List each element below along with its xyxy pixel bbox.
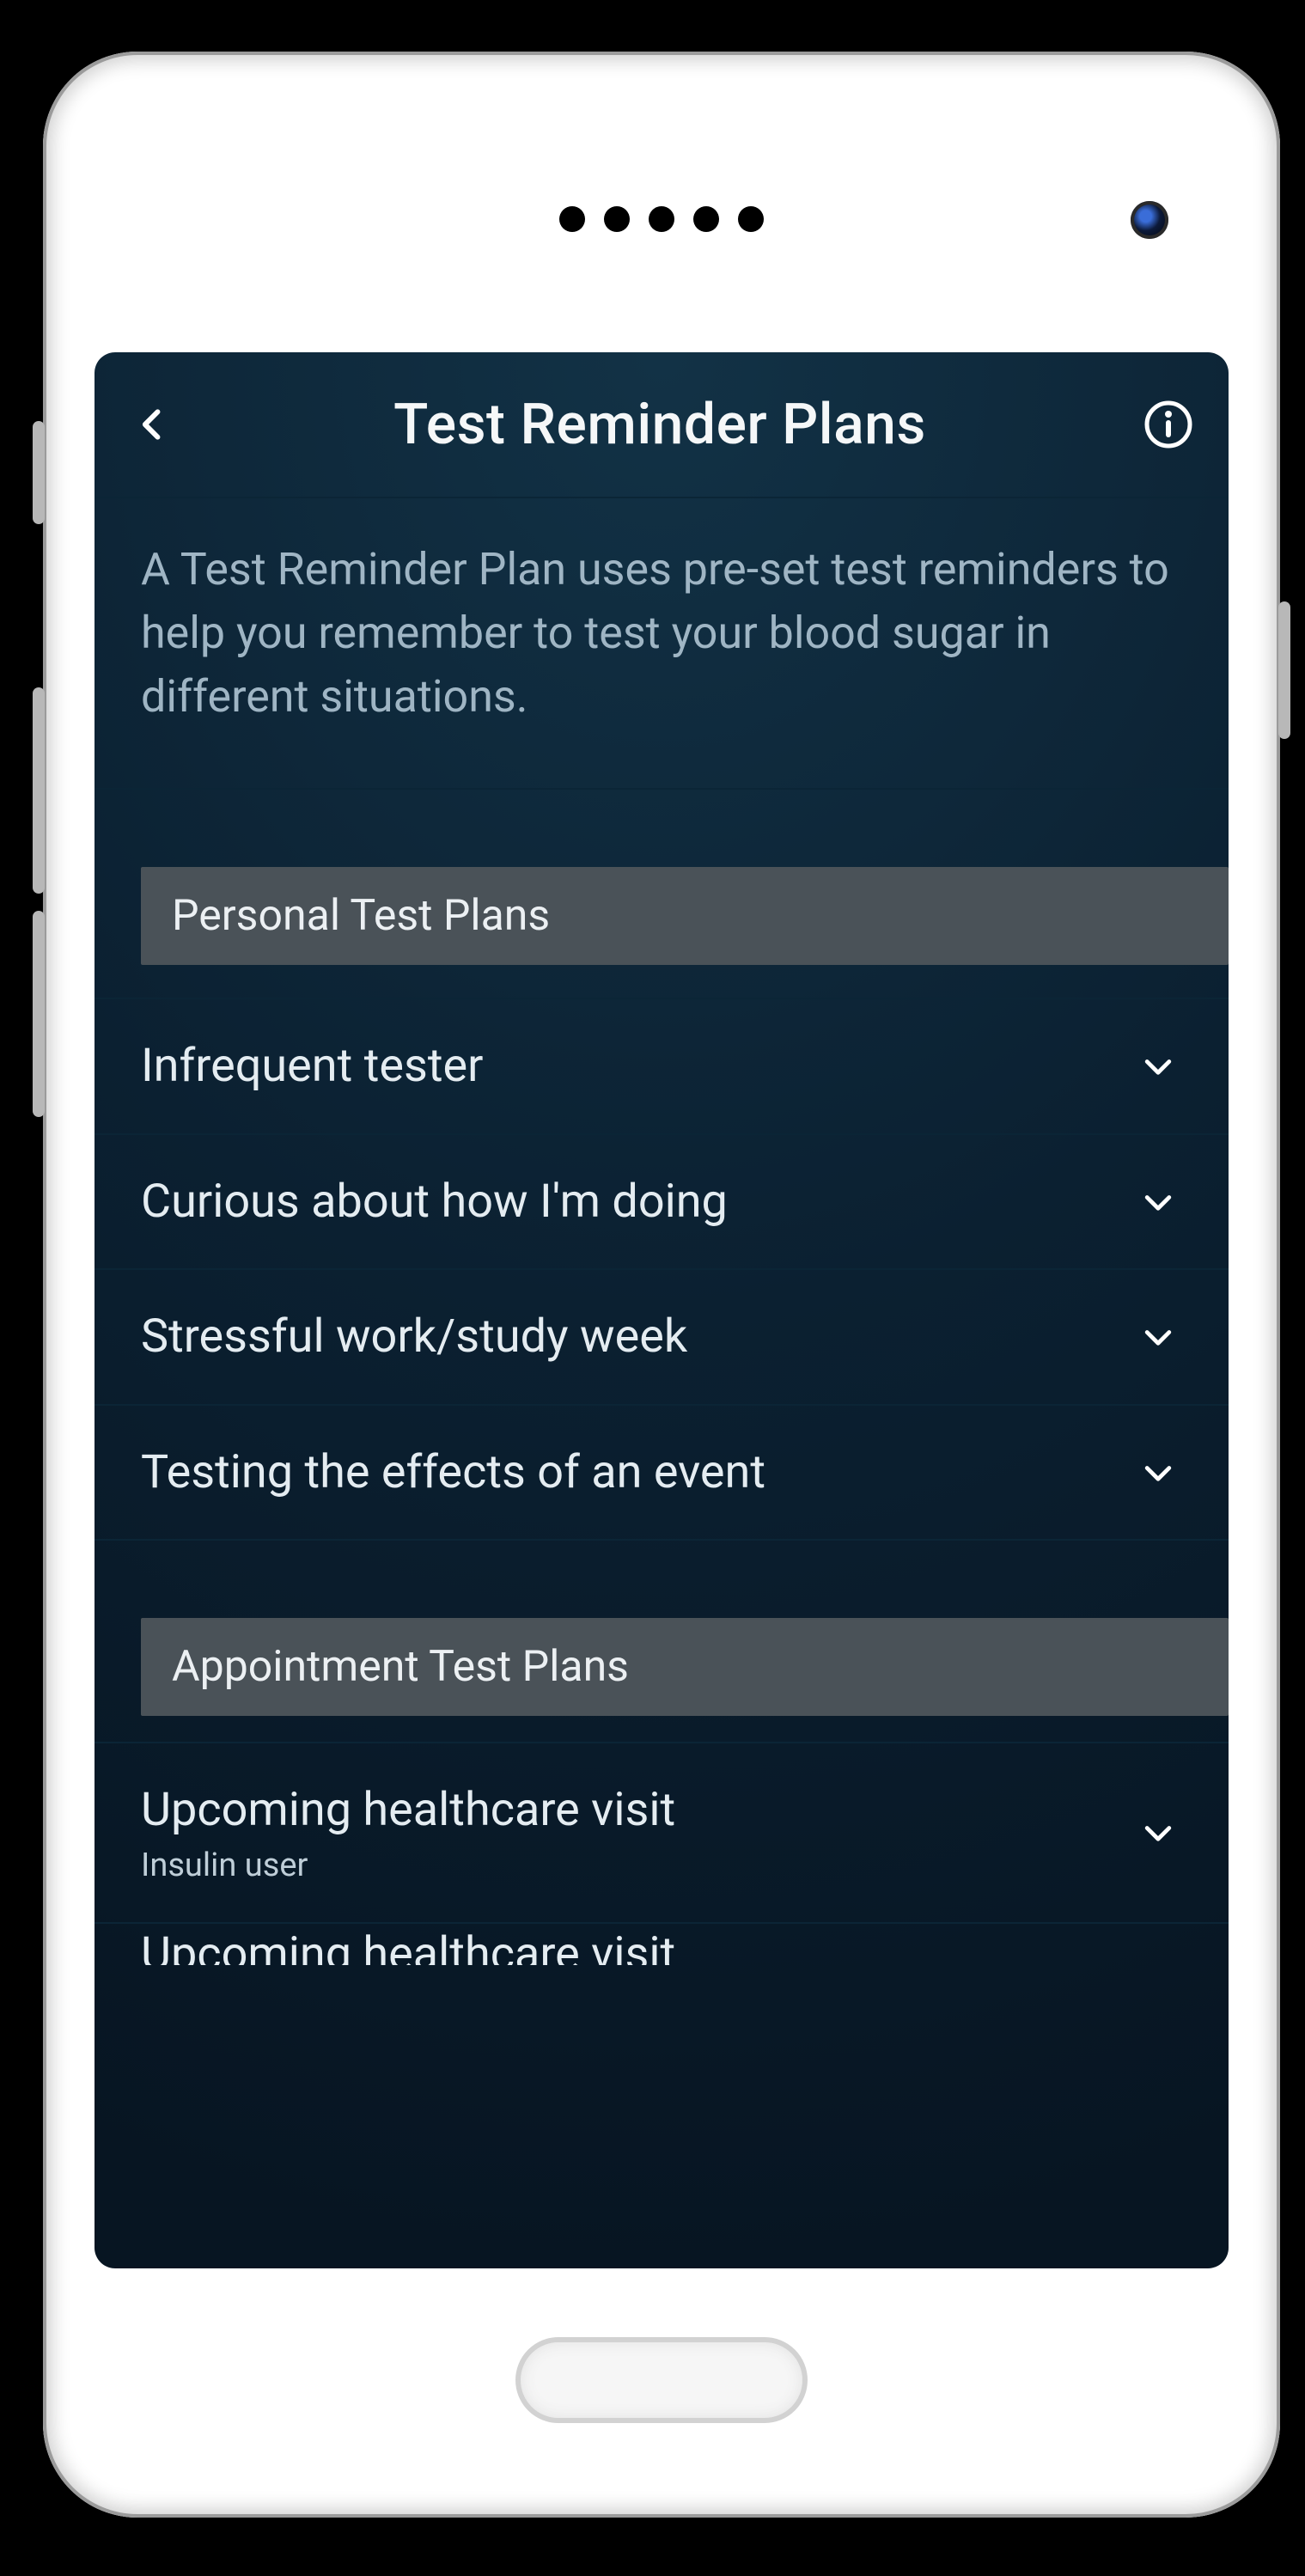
plan-label: Curious about how I'm doing [141, 1173, 1134, 1231]
phone-frame: Test Reminder Plans A Test Reminder Plan… [43, 52, 1280, 2518]
plan-row-curious[interactable]: Curious about how I'm doing [95, 1135, 1229, 1271]
power-button [1278, 601, 1290, 739]
header-bar: Test Reminder Plans [95, 352, 1229, 498]
back-button[interactable] [125, 397, 180, 452]
info-icon [1143, 399, 1194, 450]
plan-label: Testing the effects of an event [141, 1444, 1134, 1502]
side-button [33, 421, 45, 524]
volume-down-button [33, 911, 45, 1117]
plan-label: Upcoming healthcare visit [141, 1781, 1134, 1840]
expand-toggle[interactable] [1134, 1449, 1182, 1497]
plan-label: Stressful work/study week [141, 1308, 1134, 1366]
appointment-plans-list: Upcoming healthcare visit Insulin user U… [95, 1742, 1229, 1965]
plan-row-infrequent-tester[interactable]: Infrequent tester [95, 998, 1229, 1135]
plan-row-upcoming-visit[interactable]: Upcoming healthcare visit [95, 1924, 1229, 1965]
expand-toggle[interactable] [1134, 1042, 1182, 1090]
intro-text: A Test Reminder Plan uses pre-set test r… [95, 498, 1229, 790]
home-button[interactable] [515, 2337, 808, 2423]
plan-label: Infrequent tester [141, 1037, 1134, 1096]
chevron-down-icon [1139, 1814, 1177, 1852]
expand-toggle[interactable] [1134, 1178, 1182, 1226]
section-heading-appointment: Appointment Test Plans [141, 1618, 1229, 1716]
plan-label: Upcoming healthcare visit [141, 1926, 1182, 1965]
chevron-down-icon [1139, 1318, 1177, 1356]
plan-row-stressful-week[interactable]: Stressful work/study week [95, 1270, 1229, 1406]
expand-toggle[interactable] [1134, 1313, 1182, 1361]
plan-sublabel: Insulin user [141, 1847, 1134, 1884]
plan-row-event-effects[interactable]: Testing the effects of an event [95, 1406, 1229, 1541]
personal-plans-list: Infrequent tester Curious about how I'm … [95, 998, 1229, 1541]
speaker-grille [559, 206, 764, 232]
info-button[interactable] [1139, 395, 1198, 454]
chevron-down-icon [1139, 1454, 1177, 1492]
chevron-down-icon [1139, 1183, 1177, 1221]
expand-toggle[interactable] [1134, 1809, 1182, 1857]
chevron-left-icon [134, 406, 172, 443]
plan-row-upcoming-visit-insulin[interactable]: Upcoming healthcare visit Insulin user [95, 1742, 1229, 1924]
volume-up-button [33, 687, 45, 894]
chevron-down-icon [1139, 1047, 1177, 1085]
page-title: Test Reminder Plans [180, 392, 1139, 458]
front-camera [1131, 201, 1168, 239]
section-heading-personal: Personal Test Plans [141, 867, 1229, 965]
app-screen: Test Reminder Plans A Test Reminder Plan… [95, 352, 1229, 2268]
